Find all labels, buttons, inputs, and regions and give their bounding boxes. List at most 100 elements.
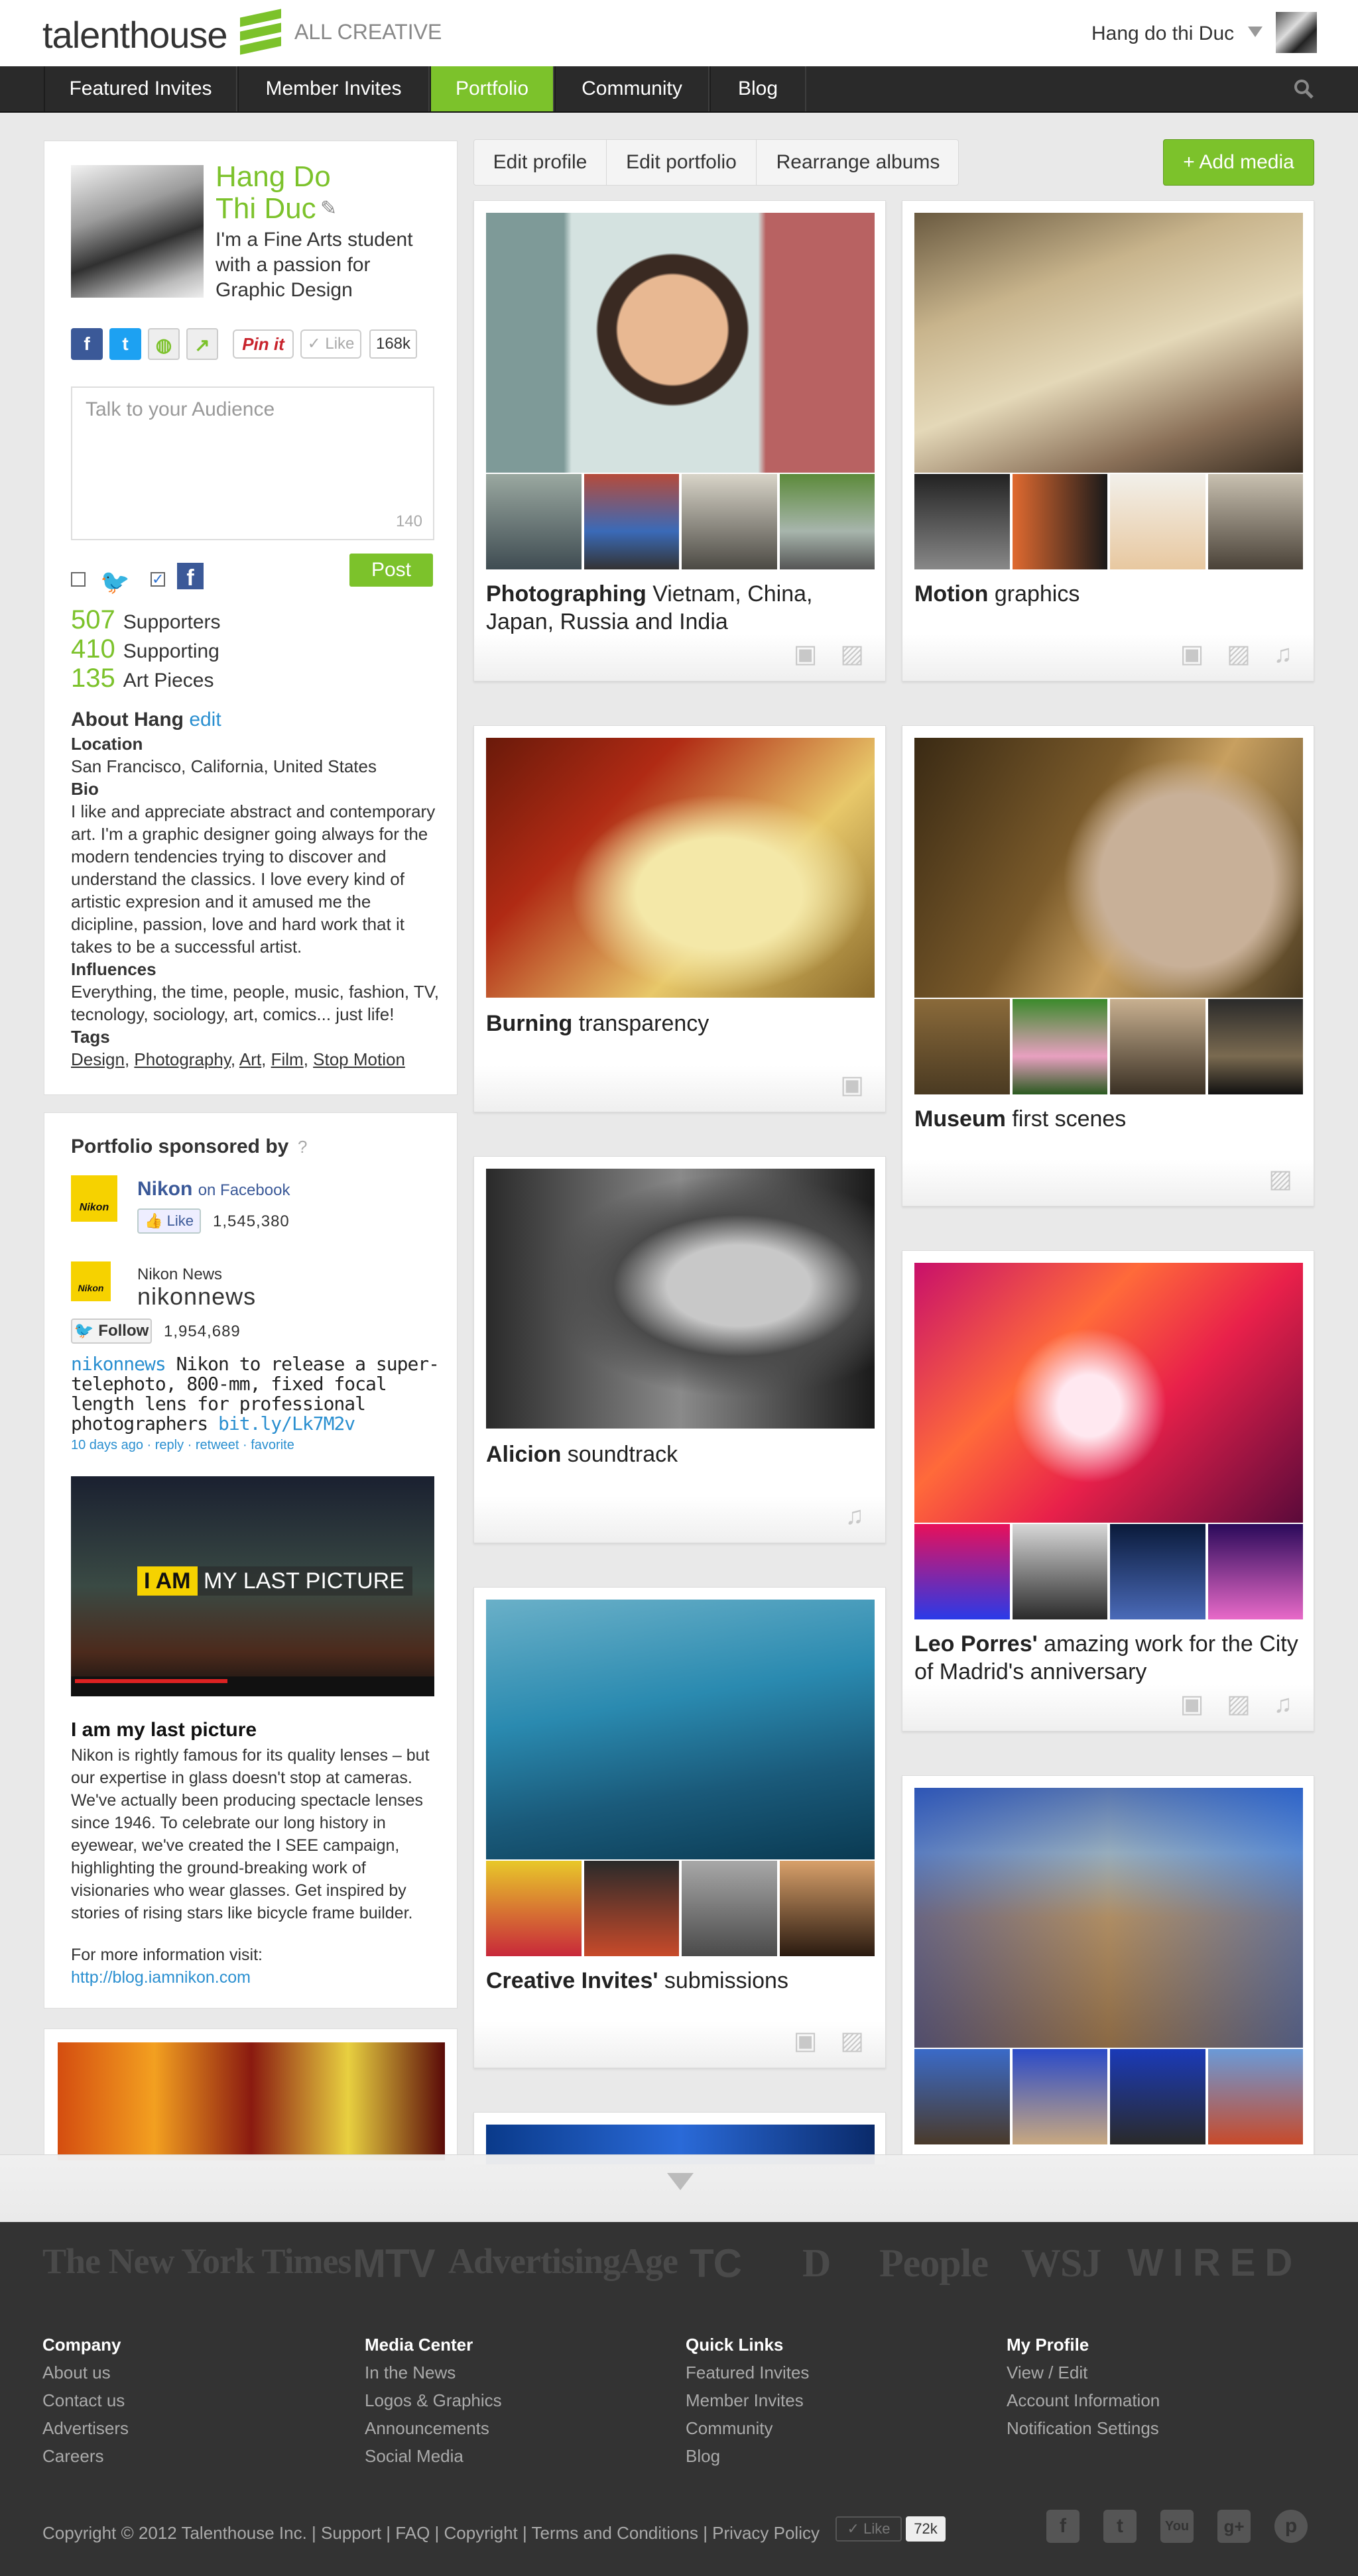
footer-link[interactable]: Account Information (1007, 2386, 1160, 2414)
rearrange-albums-tab[interactable]: Rearrange albums (757, 140, 959, 185)
footer-like-button[interactable]: ✓ Like (835, 2516, 902, 2542)
album-card[interactable]: Burning transparency ▣ (473, 725, 886, 1112)
footer-link[interactable]: Member Invites (686, 2386, 809, 2414)
more-info-link[interactable]: http://blog.iamnikon.com (71, 1968, 251, 1987)
footer-link[interactable]: Logos & Graphics (365, 2386, 502, 2414)
twitter-share-icon[interactable]: t (109, 328, 141, 360)
video-progress-bar[interactable] (75, 1679, 227, 1683)
media-type-icons: ▣ ▨ ♫ (1180, 640, 1300, 668)
add-media-button[interactable]: + Add media (1163, 139, 1314, 186)
facebook-icon: f (177, 563, 204, 591)
nikon-news-logo[interactable]: Nikon (71, 1261, 111, 1301)
tweet-actions[interactable]: 10 days ago · reply · retweet · favorite (71, 1438, 294, 1453)
location-value: San Francisco, California, United States (71, 756, 377, 776)
footer-link[interactable]: Notification Settings (1007, 2414, 1160, 2442)
album-card[interactable]: Motion graphics ▣ ▨ ♫ (902, 200, 1314, 681)
tag-link[interactable]: Design (71, 1049, 125, 1069)
tag-link[interactable]: Stop Motion (313, 1049, 405, 1069)
facebook-sponsor-line[interactable]: Nikon on Facebook (137, 1178, 290, 1200)
sponsor-video-player[interactable]: I AM MY LAST PICTURE (71, 1476, 434, 1696)
footer-link[interactable]: Blog (686, 2442, 809, 2470)
edit-profile-tab[interactable]: Edit profile (474, 140, 607, 185)
nav-portfolio[interactable]: Portfolio (430, 66, 554, 111)
edit-portfolio-tab[interactable]: Edit portfolio (607, 140, 757, 185)
album-thumbnails (914, 999, 1303, 1094)
album-cover-image (486, 213, 875, 473)
footer-link[interactable]: Social Media (365, 2442, 502, 2470)
album-title: Motion graphics (914, 581, 1080, 607)
stat-art-pieces[interactable]: 135 Art Pieces (71, 664, 214, 693)
stat-supporting[interactable]: 410 Supporting (71, 634, 219, 664)
edit-pencil-icon[interactable]: ✎ (320, 197, 337, 220)
nav-featured-invites[interactable]: Featured Invites (44, 66, 237, 111)
facebook-checkbox[interactable]: ✓ (151, 572, 165, 587)
video-controls[interactable] (71, 1676, 434, 1696)
facebook-share-icon[interactable]: f (71, 328, 103, 360)
album-thumbnails (914, 2049, 1303, 2144)
album-footer (474, 1496, 885, 1543)
footer-link[interactable]: Featured Invites (686, 2359, 809, 2386)
chevron-down-icon[interactable] (667, 2173, 694, 2190)
search-icon[interactable] (1293, 78, 1314, 99)
globe-share-icon[interactable]: ◍ (148, 328, 180, 360)
footer-link[interactable]: Advertisers (42, 2414, 129, 2442)
tag-link[interactable]: Art (239, 1049, 261, 1069)
footer-link[interactable]: Careers (42, 2442, 129, 2470)
nav-blog[interactable]: Blog (710, 66, 806, 111)
youtube-icon[interactable]: You (1160, 2510, 1194, 2543)
like-count: 168k (369, 329, 417, 359)
user-menu-name[interactable]: Hang do thi Duc (1091, 23, 1234, 45)
portfolio-toolbar: Edit profile Edit portfolio Rearrange al… (473, 139, 959, 186)
sponsor-title: Portfolio sponsored by (71, 1136, 289, 1157)
footer-link[interactable]: Announcements (365, 2414, 502, 2442)
like-button[interactable]: ✓ Like (300, 329, 361, 359)
footer-column-my-profile: My Profile View / Edit Account Informati… (1007, 2331, 1160, 2442)
twitter-icon[interactable]: t (1103, 2510, 1137, 2543)
album-card[interactable] (902, 1775, 1314, 2160)
chevron-down-icon[interactable] (1248, 27, 1263, 37)
article-body: Nikon is rightly famous for its quality … (71, 1746, 430, 1922)
album-card[interactable]: Creative Invites' submissions ▣ ▨ (473, 1587, 886, 2068)
help-icon[interactable]: ? (298, 1137, 307, 1157)
album-card[interactable]: Alicion soundtrack ♫ (473, 1156, 886, 1543)
user-avatar[interactable] (1276, 12, 1317, 53)
post-button[interactable]: Post (349, 554, 433, 587)
audience-message-input[interactable]: Talk to your Audience 140 (71, 386, 434, 540)
nav-member-invites[interactable]: Member Invites (237, 66, 430, 111)
talenthouse-logo[interactable]: talenthouse (42, 13, 228, 56)
profile-card: Hang Do Thi Duc ✎ I'm a Fine Arts studen… (44, 141, 458, 1095)
facebook-like-count: 1,545,380 (213, 1212, 290, 1230)
footer-link[interactable]: About us (42, 2359, 129, 2386)
footer-link[interactable]: Contact us (42, 2386, 129, 2414)
footer-column-quick-links: Quick Links Featured Invites Member Invi… (686, 2331, 809, 2470)
press-logo-wired: WIRED (1127, 2241, 1302, 2284)
google-plus-icon[interactable]: g+ (1217, 2510, 1251, 2543)
twitter-follow-button[interactable]: 🐦 Follow (71, 1318, 152, 1344)
nav-community[interactable]: Community (554, 66, 710, 111)
stat-supporters[interactable]: 507 Supporters (71, 605, 221, 635)
footer-link[interactable]: View / Edit (1007, 2359, 1160, 2386)
about-title: About Hang edit (71, 709, 221, 731)
teaser-image[interactable] (58, 2042, 445, 2160)
influences-text: Everything, the time, people, music, fas… (71, 982, 439, 1024)
facebook-icon[interactable]: f (1046, 2510, 1080, 2543)
copyright-links[interactable]: Copyright © 2012 Talenthouse Inc. | Supp… (42, 2523, 820, 2544)
pinterest-button[interactable]: Pin it (233, 329, 294, 359)
footer-link[interactable]: In the News (365, 2359, 502, 2386)
facebook-like-button[interactable]: 👍 Like (137, 1208, 201, 1234)
twitter-checkbox[interactable] (71, 572, 86, 587)
album-card[interactable]: Museum first scenes ▨ (902, 725, 1314, 1206)
tag-link[interactable]: Film (271, 1049, 304, 1069)
pinterest-icon[interactable]: p (1274, 2510, 1308, 2543)
footer-link[interactable]: Community (686, 2414, 809, 2442)
album-card[interactable]: Leo Porres' amazing work for the City of… (902, 1250, 1314, 1731)
about-edit-link[interactable]: edit (189, 709, 221, 731)
sponsor-card: Portfolio sponsored by ? Nikon Nikon on … (44, 1112, 458, 2009)
album-card[interactable]: Photographing Vietnam, China, Japan, Rus… (473, 200, 886, 681)
nikon-logo[interactable]: Nikon (71, 1175, 117, 1222)
tag-link[interactable]: Photography (134, 1049, 231, 1069)
twitter-handle[interactable]: nikonnews (137, 1283, 256, 1311)
footer-column-media: Media Center In the News Logos & Graphic… (365, 2331, 502, 2470)
article-title[interactable]: I am my last picture (71, 1719, 257, 1741)
export-share-icon[interactable]: ↗ (186, 328, 218, 360)
